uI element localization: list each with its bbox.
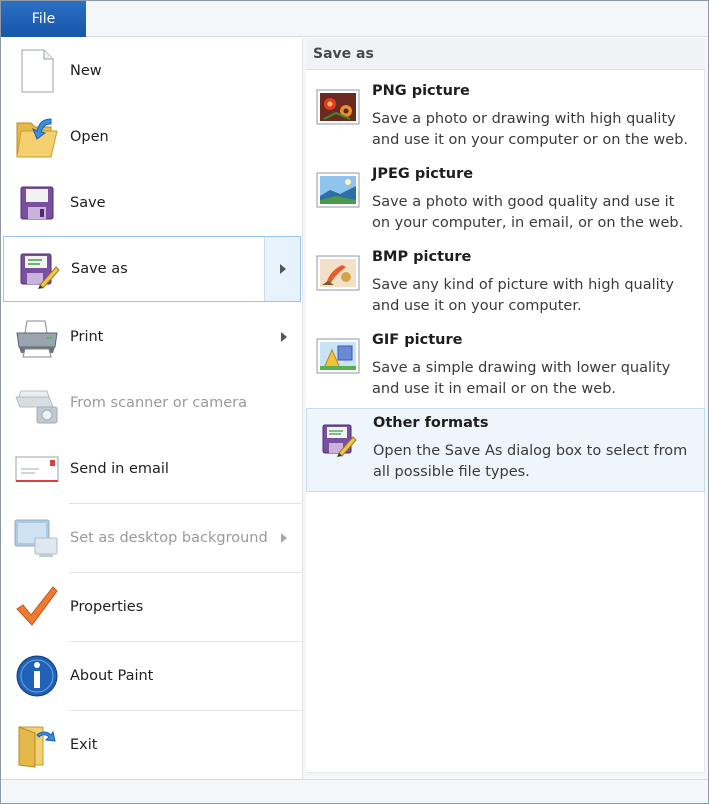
menu-item-set-as-desktop-background: Set as desktop background xyxy=(3,504,301,572)
paint-file-menu-window: File New Open Save Save as Print From sc… xyxy=(0,0,709,804)
new-document-icon xyxy=(21,49,54,93)
save-as-icon xyxy=(20,253,60,289)
status-bar xyxy=(1,779,708,803)
desktop-monitor-icon xyxy=(14,519,58,557)
menu-item-label: Send in email xyxy=(70,461,169,477)
menu-item-send-in-email[interactable]: Send in email xyxy=(3,436,301,502)
format-title: GIF picture xyxy=(372,332,463,348)
menu-item-label: Set as desktop background xyxy=(70,530,268,546)
file-menu-command-list: New Open Save Save as Print From scanner… xyxy=(1,38,301,779)
format-option-other-formats[interactable]: Other formats Open the Save As dialog bo… xyxy=(306,408,705,492)
submenu-header: Save as xyxy=(306,38,705,70)
format-description: Save a simple drawing with lower quality… xyxy=(372,360,671,397)
format-option-jpeg[interactable]: JPEG picture Save a photo with good qual… xyxy=(306,160,705,242)
menu-item-label: Open xyxy=(70,129,109,145)
menu-item-about-paint[interactable]: About Paint xyxy=(3,642,301,710)
menu-item-properties[interactable]: Properties xyxy=(3,573,301,641)
save-as-format-list: Save as PNG picture Save a photo or draw… xyxy=(306,38,705,773)
menu-item-open[interactable]: Open xyxy=(3,104,301,170)
exit-folder-icon xyxy=(18,726,56,768)
format-option-gif[interactable]: GIF picture Save a simple drawing with l… xyxy=(306,326,705,408)
menu-item-save-as[interactable]: Save as xyxy=(3,236,301,302)
gif-picture-icon xyxy=(316,338,360,374)
email-envelope-icon xyxy=(15,456,59,482)
menu-item-label: New xyxy=(70,63,102,79)
scanner-camera-icon xyxy=(15,390,58,424)
format-title: JPEG picture xyxy=(372,166,474,182)
format-description: Open the Save As dialog box to select fr… xyxy=(373,443,688,480)
png-picture-icon xyxy=(316,89,360,125)
menu-item-label: Save as xyxy=(71,261,128,277)
menu-item-label: About Paint xyxy=(70,668,154,684)
format-option-bmp[interactable]: BMP picture Save any kind of picture wit… xyxy=(306,243,705,325)
menu-item-from-scanner-or-camera: From scanner or camera xyxy=(3,370,301,436)
menu-item-new[interactable]: New xyxy=(3,38,301,104)
jpeg-picture-icon xyxy=(316,172,360,208)
chevron-right-icon xyxy=(281,533,287,543)
open-folder-icon xyxy=(16,118,58,158)
chevron-right-icon xyxy=(280,264,286,274)
menu-item-exit[interactable]: Exit xyxy=(3,711,301,779)
format-title: BMP picture xyxy=(372,249,472,265)
menu-item-print[interactable]: Print xyxy=(3,304,301,370)
format-option-png[interactable]: PNG picture Save a photo or drawing with… xyxy=(306,77,705,159)
menu-item-label: Save xyxy=(70,195,106,211)
menu-item-label: Exit xyxy=(70,737,98,753)
format-description: Save a photo with good quality and use i… xyxy=(372,194,684,231)
save-as-icon xyxy=(322,424,357,457)
format-description: Save any kind of picture with high quali… xyxy=(372,277,674,314)
file-tab[interactable]: File xyxy=(1,1,86,37)
format-description: Save a photo or drawing with high qualit… xyxy=(372,111,689,148)
info-icon xyxy=(16,655,58,697)
format-title: Other formats xyxy=(373,415,489,431)
printer-icon xyxy=(16,320,58,358)
menu-item-label: Properties xyxy=(70,599,144,615)
menu-item-label: From scanner or camera xyxy=(70,395,248,411)
format-title: PNG picture xyxy=(372,83,470,99)
save-as-submenu-panel: Save as PNG picture Save a photo or draw… xyxy=(302,38,708,779)
floppy-disk-icon xyxy=(20,186,54,220)
menu-item-label: Print xyxy=(70,329,104,345)
ribbon-top-bar: File xyxy=(1,1,708,37)
chevron-right-icon xyxy=(281,332,287,342)
bmp-picture-icon xyxy=(316,255,360,291)
checkmark-icon xyxy=(16,586,58,626)
menu-item-save[interactable]: Save xyxy=(3,170,301,236)
